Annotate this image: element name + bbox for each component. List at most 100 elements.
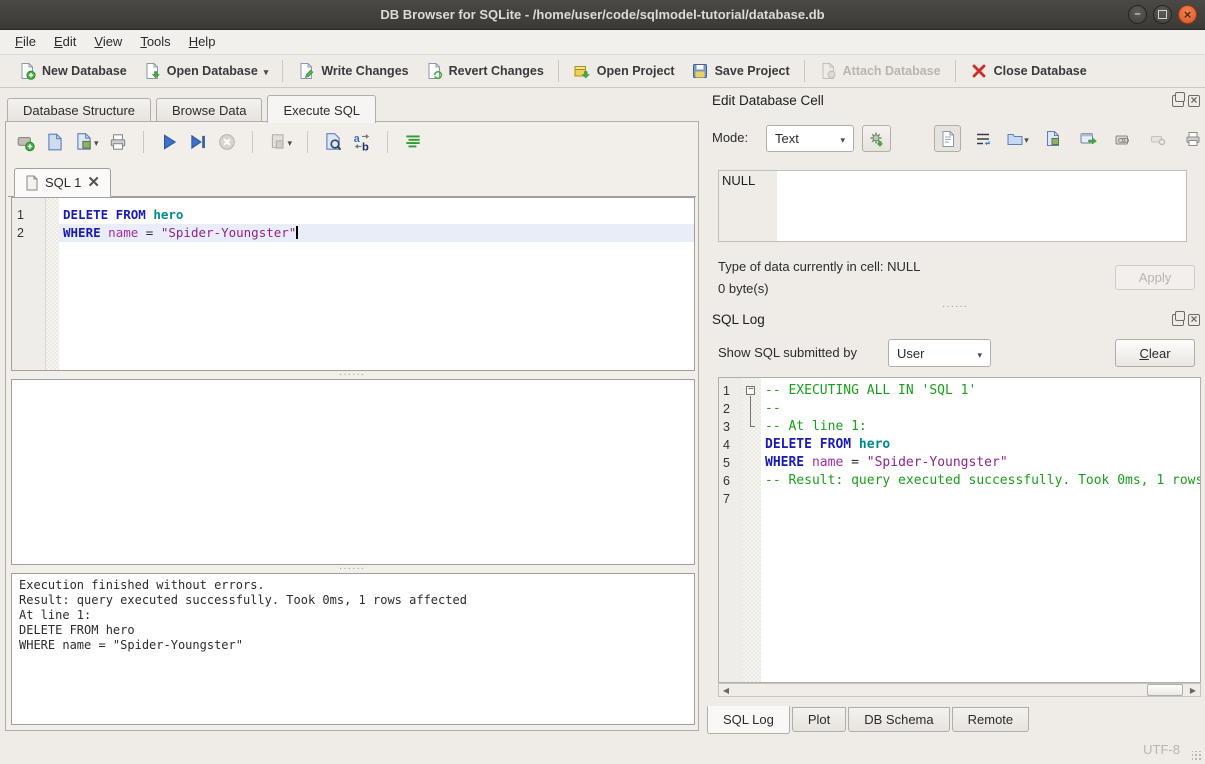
find-icon: [323, 132, 343, 152]
text-mode-button[interactable]: [934, 125, 961, 152]
revert-changes-icon: [425, 62, 443, 80]
undock-panel-icon[interactable]: [1172, 314, 1184, 326]
open-project-button[interactable]: Open Project: [565, 58, 683, 84]
print-cell-button[interactable]: [1179, 125, 1205, 152]
mode-select[interactable]: Text: [766, 125, 854, 152]
text-document-icon: [939, 130, 957, 148]
word-wrap-button[interactable]: [969, 125, 996, 152]
open-sql-file-icon: [45, 132, 65, 152]
scroll-left-icon[interactable]: [719, 684, 733, 696]
menu-help[interactable]: Help: [180, 30, 225, 54]
revert-changes-button[interactable]: Revert Changes: [417, 58, 552, 84]
import-folder-icon: [1006, 130, 1024, 148]
link-button[interactable]: [1109, 125, 1136, 152]
toolbar-separator: [804, 60, 805, 82]
menu-view[interactable]: View: [85, 30, 131, 54]
scrollbar-thumb[interactable]: [1147, 684, 1183, 696]
editor-code-area[interactable]: DELETE FROM hero WHERE name = "Spider-Yo…: [59, 198, 694, 370]
cell-mode-row: Mode: Text: [712, 125, 1198, 153]
close-button[interactable]: [1178, 5, 1197, 24]
resize-grip-icon[interactable]: [1192, 751, 1202, 761]
cell-value-area[interactable]: [777, 171, 1186, 241]
write-changes-button[interactable]: Write Changes: [289, 58, 416, 84]
open-database-button[interactable]: Open Database: [135, 58, 277, 84]
log-code-area: -- EXECUTING ALL IN 'SQL 1' -- -- At lin…: [761, 378, 1200, 682]
save-project-button[interactable]: Save Project: [683, 58, 798, 84]
cell-editor-toolbar: [934, 125, 1205, 152]
window-controls: [1128, 5, 1197, 24]
window-title: DB Browser for SQLite - /home/user/code/…: [380, 7, 824, 22]
save-project-icon: [691, 62, 709, 80]
open-database-dropdown-icon[interactable]: [264, 64, 269, 78]
maximize-button[interactable]: [1153, 5, 1172, 24]
scroll-right-icon[interactable]: [1186, 684, 1200, 696]
clear-log-button[interactable]: Clear: [1115, 339, 1195, 367]
save-sql-file-button[interactable]: [74, 132, 99, 152]
sql-line-1: DELETE FROM hero: [59, 206, 694, 224]
tab-browse-data[interactable]: Browse Data: [156, 98, 262, 122]
cell-value-editor[interactable]: NULL: [718, 170, 1187, 242]
menu-tools[interactable]: Tools: [131, 30, 179, 54]
stop-icon: [217, 132, 237, 152]
execute-line-button[interactable]: [188, 132, 208, 152]
fold-collapse-icon[interactable]: [746, 386, 755, 395]
sql-editor[interactable]: 1 2 DELETE FROM hero WHERE name = "Spide…: [11, 197, 695, 371]
close-database-button[interactable]: Close Database: [962, 58, 1095, 84]
editor-line-numbers: 1 2: [12, 198, 46, 370]
format-sql-button[interactable]: [403, 132, 423, 152]
edit-cell-panel-controls: [1172, 95, 1200, 107]
gear-icon: [868, 130, 886, 148]
tab-plot[interactable]: Plot: [792, 707, 846, 732]
log-horizontal-scrollbar[interactable]: [718, 683, 1201, 697]
tab-db-schema[interactable]: DB Schema: [848, 707, 949, 732]
execute-all-button[interactable]: [159, 132, 179, 152]
import-dropdown-icon[interactable]: [1024, 130, 1029, 148]
execution-output[interactable]: Execution finished without errors. Resul…: [11, 573, 695, 725]
save-results-dropdown-icon: [288, 133, 293, 151]
undock-panel-icon[interactable]: [1172, 95, 1184, 107]
tab-execute-sql[interactable]: Execute SQL: [267, 95, 376, 123]
editor-results-splitter[interactable]: [6, 371, 698, 379]
new-database-button[interactable]: New Database: [10, 58, 135, 84]
sql-log-view[interactable]: 1 2 3 4 5 6 7 -- EXECUTING ALL IN 'SQL 1…: [718, 377, 1201, 683]
close-sql-tab-icon[interactable]: ✕: [87, 175, 100, 190]
submitted-by-select[interactable]: User: [888, 339, 991, 367]
submitted-by-caret-icon: [977, 346, 982, 361]
tab-remote[interactable]: Remote: [952, 707, 1030, 732]
close-panel-icon[interactable]: [1188, 314, 1200, 326]
open-project-icon: [573, 62, 591, 80]
find-replace-button[interactable]: ab: [352, 132, 372, 152]
find-button[interactable]: [323, 132, 343, 152]
toolbar-separator: [282, 60, 283, 82]
save-sql-dropdown-icon[interactable]: [94, 133, 99, 151]
sql-line-2: WHERE name = "Spider-Youngster": [59, 224, 694, 242]
menubar: File Edit View Tools Help: [0, 30, 1205, 55]
results-grid[interactable]: [11, 379, 695, 565]
filter-label: Show SQL submitted by: [718, 345, 857, 360]
toolbar-separator: [387, 131, 388, 153]
import-cell-data-button[interactable]: [1004, 125, 1031, 152]
open-in-external-button[interactable]: [1074, 125, 1101, 152]
sql-1-tab[interactable]: SQL 1 ✕: [14, 168, 111, 197]
toolbar-separator: [558, 60, 559, 82]
editor-fold-margin: [46, 198, 59, 370]
menu-file[interactable]: File: [6, 30, 45, 54]
menu-edit[interactable]: Edit: [45, 30, 85, 54]
open-sql-file-button[interactable]: [45, 132, 65, 152]
toolbar-separator: [307, 131, 308, 153]
dock-splitter[interactable]: [705, 303, 1205, 311]
open-sql-new-tab-button[interactable]: [16, 132, 36, 152]
close-panel-icon[interactable]: [1188, 95, 1200, 107]
new-sql-tab-icon: [16, 132, 36, 152]
new-database-icon: [18, 62, 36, 80]
minimize-button[interactable]: [1128, 5, 1147, 24]
auto-apply-button[interactable]: [862, 125, 891, 152]
tab-database-structure[interactable]: Database Structure: [7, 98, 151, 122]
results-output-splitter[interactable]: [6, 565, 698, 573]
save-sql-file-icon: [74, 132, 94, 152]
print-sql-button[interactable]: [108, 132, 128, 152]
main-toolbar: New Database Open Database Write Changes…: [0, 55, 1205, 88]
write-changes-icon: [297, 62, 315, 80]
tab-sql-log[interactable]: SQL Log: [707, 706, 790, 734]
export-cell-data-button[interactable]: [1039, 125, 1066, 152]
